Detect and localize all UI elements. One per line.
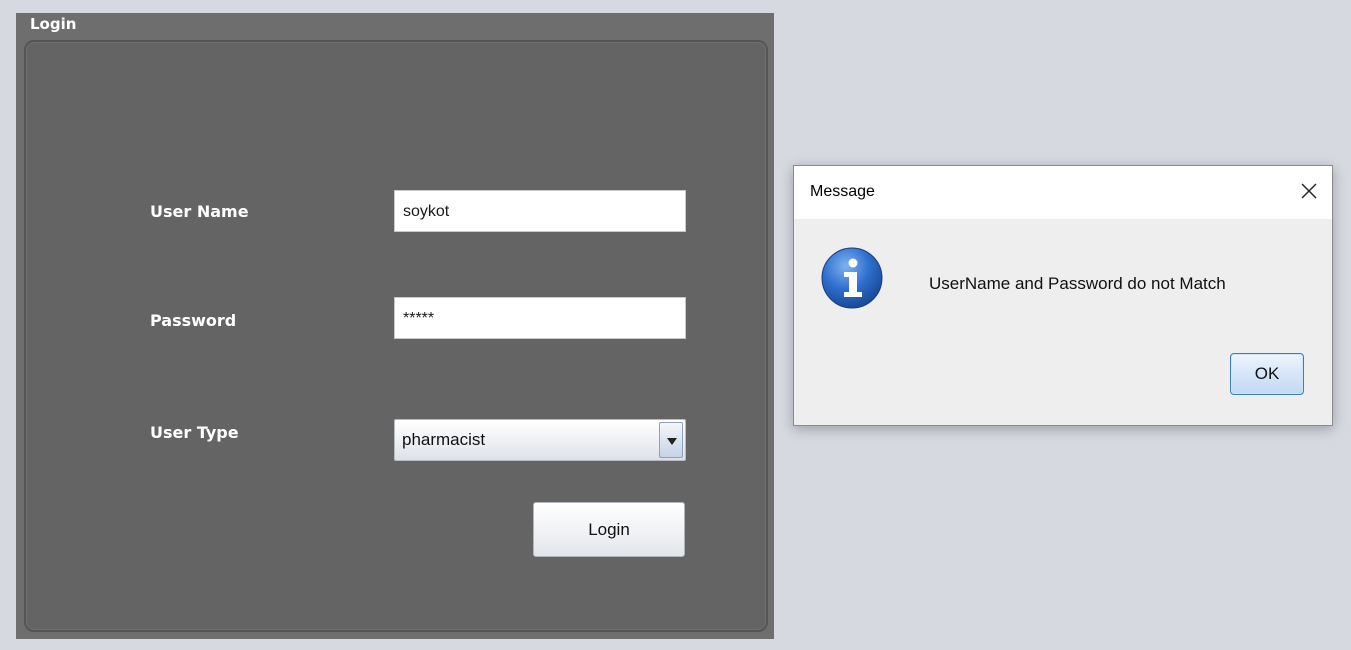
usertype-selected-value: pharmacist [402, 430, 486, 449]
dropdown-arrow-icon[interactable] [659, 422, 683, 458]
close-icon[interactable] [1294, 176, 1324, 206]
username-label: User Name [150, 202, 249, 221]
dialog-message: UserName and Password do not Match [929, 274, 1226, 293]
ok-button[interactable]: OK [1230, 353, 1304, 395]
dialog-titlebar: Message [794, 166, 1332, 219]
password-label: Password [150, 311, 237, 330]
usertype-label: User Type [150, 423, 239, 442]
password-input[interactable]: ***** [394, 297, 686, 339]
frame-title: Login [30, 15, 77, 33]
login-button[interactable]: Login [533, 502, 685, 557]
username-input[interactable]: soykot [394, 190, 686, 232]
dialog-title: Message [810, 183, 875, 200]
login-frame: Login User Name soykot Password ***** Us… [16, 13, 774, 639]
usertype-select[interactable]: pharmacist [394, 419, 686, 461]
info-icon [820, 246, 884, 310]
message-dialog: Message UserName and Password do not Mat… [793, 165, 1333, 426]
